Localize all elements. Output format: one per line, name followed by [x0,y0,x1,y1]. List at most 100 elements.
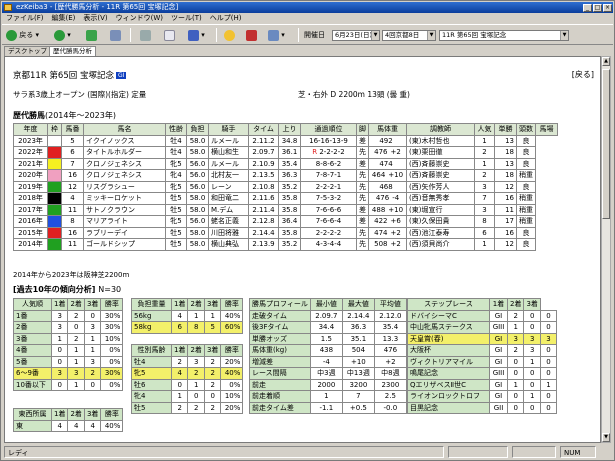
menu-edit[interactable]: 編集(E) [48,13,80,24]
frame-cell [47,134,62,147]
menu-file[interactable]: ファイル(F) [2,13,48,24]
jockey-cell: 北村友一 [208,169,249,182]
menu-view[interactable]: 表示(V) [79,13,111,24]
book-button[interactable] [246,27,257,43]
sex-cell: 2 [170,401,189,414]
date-select[interactable]: 6月23日(日) ▼ [332,30,380,41]
pop-cell: 30% [100,309,124,322]
scroll-up-icon[interactable]: ▲ [602,57,610,66]
sex-cell: 0 [170,378,189,391]
menu-tools[interactable]: ツール(T) [167,13,206,24]
year-cell: 2015年 [13,226,48,239]
tab-desktop[interactable]: デスクトップ [4,46,51,56]
prerace-cell: GIII [489,321,508,334]
num-indicator: NUM [560,446,596,458]
pop-cell: 2番 [13,321,52,334]
prerace-cell: GI [489,309,508,322]
profile-cell: 35.4 [373,321,407,334]
page-button[interactable] [164,27,175,43]
region-header-cell: 東西所属 [13,408,52,421]
status-panel-2 [512,446,556,458]
style-cell: 先 [356,146,369,159]
pop-cell: 1 [83,344,102,357]
horse-name-cell: ラブリーデイ [83,226,166,239]
scroll-thumb[interactable] [602,69,610,219]
profile-cell: 1 [309,390,343,403]
favorite-button[interactable] [224,27,235,43]
odds-cell: 12 [494,238,517,251]
sex-header-cell: 1着 [170,344,189,357]
prerace-cell: ドバイシーマC [407,309,490,322]
prerace-cell: 0 [539,390,557,403]
pop-cell: 10% [100,332,124,345]
region-cell: 40% [100,419,124,432]
year-cell: 2020年 [13,169,48,182]
menu-help[interactable]: ヘルプ(H) [206,13,246,24]
passing-order-cell: 7-6-6-4 [300,215,357,228]
menu-window[interactable]: ウィンドウ(W) [112,13,167,24]
history-row: 2014年 11 ゴールドシップ 牡5 58.0 横山典弘 2.13.9 35.2 4-3-4-… [13,238,558,251]
profile-cell: 前走タイム差 [249,401,311,414]
print-button[interactable] [140,27,151,43]
history-header-cell: 上り [278,123,301,136]
horse-name-cell: マリアライト [83,215,166,228]
forward-button[interactable]: ▾ [54,27,71,43]
profile-cell: 2300 [373,378,407,391]
prerace-row: 天皇賞(春) GI 3 3 3 [407,332,557,345]
back-button[interactable]: 戻る ▾ [6,27,39,43]
tab-winner-analysis[interactable]: 歴代勝馬分析 [49,46,96,56]
sex-cell: 牡5 [131,401,172,414]
prerace-cell: 2 [506,309,525,322]
profile-header-row: 勝馬プロフィール 最小値 最大値 平均値 [249,298,407,311]
prerace-cell: 鳴尾記念 [407,367,490,380]
passing-order-cell: 2-2-2-2 [300,226,357,239]
horse-number-cell: 6 [61,146,84,159]
font-button[interactable]: ▾ [188,27,205,43]
track-select[interactable]: 4回京都8日 ▼ [382,30,436,41]
passing-order-cell: 7-8-7-1 [300,169,357,182]
pop-cell: 6〜9番 [13,367,52,380]
sex-header-cell: 性別馬齢 [131,344,172,357]
home-button[interactable] [110,27,121,43]
scroll-down-icon[interactable]: ▼ [602,433,610,442]
status-bar: レディ NUM [2,445,613,460]
maximize-button[interactable]: □ [593,4,602,12]
prerace-cell: 3 [506,332,525,345]
pop-cell: 0 [67,321,85,334]
settings-button[interactable]: ▾ [268,27,285,43]
agari-cell: 35.4 [278,157,301,170]
prerace-cell: QエリザベスⅡ世C [407,378,490,391]
tab-bar: デスクトップ 歴代勝馬分析 [2,45,613,56]
odds-cell: 17 [494,215,517,228]
history-row: 2018年 4 ミッキーロケット 牡5 58.0 和田竜二 2.11.6 35.8 7-5-3-… [13,192,558,205]
race-select[interactable]: 11R 第65回 宝塚記念 ▼ [439,30,569,41]
weight-cell: 1 [203,309,222,322]
time-cell: 2.13.5 [248,169,279,182]
sex-age-cell: 牡5 [165,226,187,239]
back-link[interactable]: [戻る] [572,69,594,80]
prerace-row: ヴィクトリアマイル GI 0 1 0 [407,355,557,368]
refresh-button[interactable] [86,27,97,43]
sex-age-cell: 牝5 [165,157,187,170]
profile-cell: 34.4 [309,321,343,334]
passing-order-cell: 7-6-6-6 [300,203,357,216]
profile-header-cell: 勝馬プロフィール [249,298,311,311]
history-header-cell: 性齢 [165,123,187,136]
refresh-icon [86,29,97,41]
time-cell: 2.13.9 [248,238,279,251]
jockey-cell: ルメール [208,134,249,147]
sex-row: 牡5 2 2 2 20% [131,401,244,414]
prerace-header-cell: 1着 [489,298,508,311]
weight-header-cell: 2着 [187,298,205,311]
sex-age-cell: 牡4 [165,134,187,147]
sex-cell: 2 [187,367,205,380]
pop-cell: 0 [50,378,69,391]
jockey-cell: ルメール [208,157,249,170]
close-button[interactable]: × [603,4,612,12]
minimize-button[interactable]: _ [583,4,592,12]
vertical-scrollbar[interactable]: ▲ ▼ [601,56,611,443]
trend-title: [過去10年の傾向分析] N=30 [13,285,122,294]
history-header-cell: 枠 [47,123,62,136]
race-conditions: サラ系3歳上オープン (国際)(指定) 定量 [13,90,147,99]
popularity-cell: 6 [474,226,495,239]
